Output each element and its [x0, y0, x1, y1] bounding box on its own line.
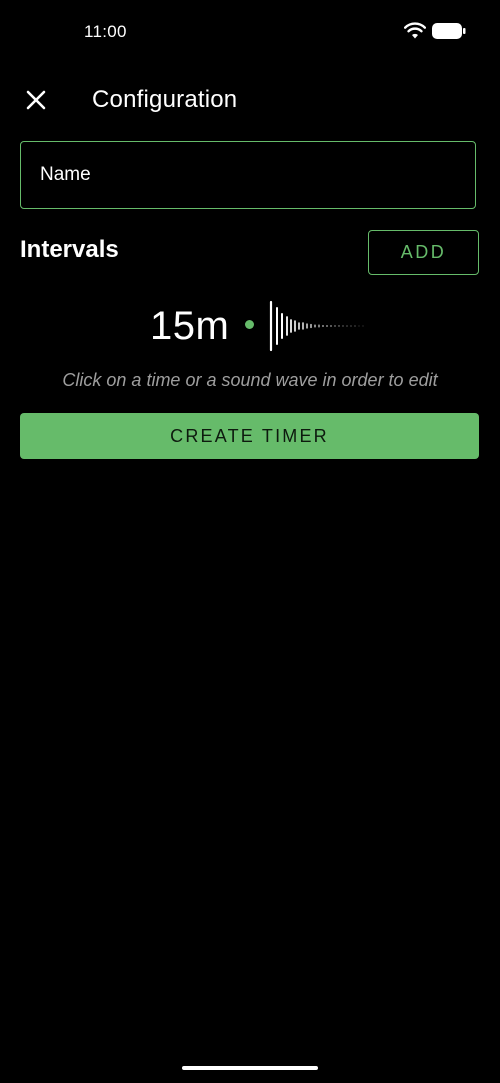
top-app-bar: Configuration: [0, 72, 500, 128]
intervals-title: Intervals: [20, 236, 119, 263]
status-bar: 11:00: [0, 0, 500, 64]
create-timer-button[interactable]: CREATE TIMER: [20, 413, 479, 459]
status-icons: [404, 22, 466, 40]
sound-wave-icon[interactable]: [266, 300, 366, 352]
status-time: 11:00: [84, 22, 127, 41]
name-field[interactable]: [20, 141, 476, 209]
edit-hint: Click on a time or a sound wave in order…: [62, 370, 438, 390]
home-indicator: [182, 1066, 318, 1070]
interval-time[interactable]: 15m: [150, 304, 229, 349]
add-interval-button[interactable]: ADD: [368, 230, 479, 275]
battery-icon: [432, 23, 466, 39]
wifi-icon: [404, 22, 426, 39]
interval-item: 15m: [0, 298, 500, 356]
interval-dot: [245, 320, 254, 329]
close-icon: [26, 90, 46, 110]
close-button[interactable]: [20, 84, 52, 116]
page-title: Configuration: [92, 86, 238, 113]
